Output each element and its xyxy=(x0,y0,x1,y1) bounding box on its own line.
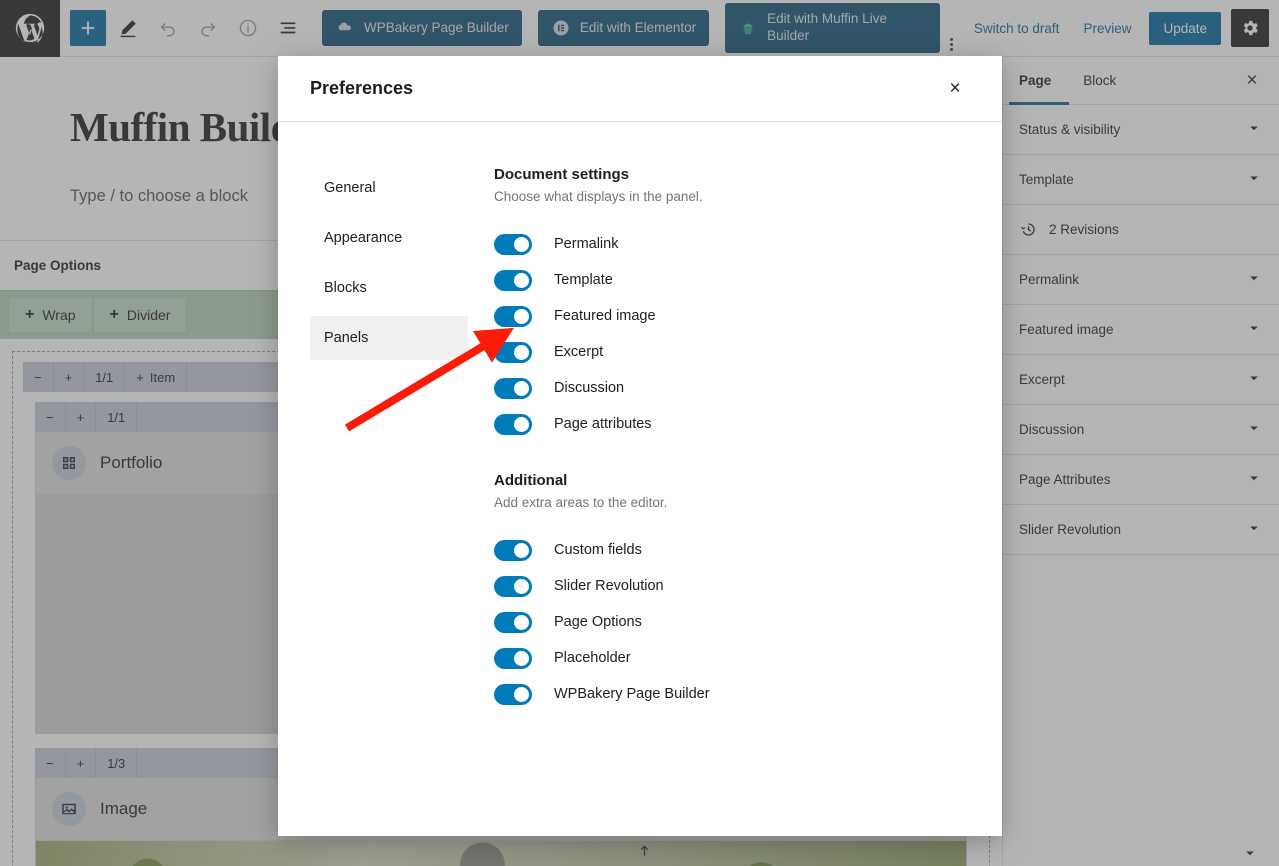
toggle-template[interactable] xyxy=(494,269,532,291)
pref-row-custom-fields: Custom fields xyxy=(494,532,962,568)
toggle-slider-revolution[interactable] xyxy=(494,575,532,597)
pref-nav-blocks[interactable]: Blocks xyxy=(310,266,468,310)
preferences-title: Preferences xyxy=(310,78,414,98)
toggle-label: Permalink xyxy=(554,236,619,252)
toggle-label: Featured image xyxy=(554,308,656,324)
toggle-placeholder[interactable] xyxy=(494,647,532,669)
additional-title: Additional xyxy=(494,472,568,489)
pref-row-page-options: Page Options xyxy=(494,604,962,640)
preferences-nav: General Appearance Blocks Panels xyxy=(278,166,468,836)
pref-row-slider-revolution: Slider Revolution xyxy=(494,568,962,604)
toggle-label: Discussion xyxy=(554,380,625,396)
pref-row-permalink: Permalink xyxy=(494,226,962,262)
pref-row-placeholder: Placeholder xyxy=(494,640,962,676)
toggle-knob xyxy=(514,416,529,432)
toggle-knob xyxy=(514,380,529,396)
toggle-knob xyxy=(514,650,529,666)
preferences-panel: Document settings Choose what displays i… xyxy=(460,166,1002,836)
preferences-modal-body: General Appearance Blocks Panels Documen… xyxy=(278,122,1002,836)
pref-nav-panels[interactable]: Panels xyxy=(310,316,468,360)
document-settings-description: Choose what displays in the panel. xyxy=(494,189,703,204)
additional-list: Custom fields Slider Revolution Page Opt… xyxy=(494,532,962,712)
toggle-knob xyxy=(514,578,529,594)
toggle-knob xyxy=(514,344,529,360)
pref-row-discussion: Discussion xyxy=(494,370,962,406)
pref-nav-appearance[interactable]: Appearance xyxy=(310,216,468,260)
toggle-knob xyxy=(514,686,529,702)
toggle-label: Excerpt xyxy=(554,344,604,360)
toggle-label: Page attributes xyxy=(554,416,652,432)
pref-row-featured-image: Featured image xyxy=(494,298,962,334)
toggle-custom-fields[interactable] xyxy=(494,539,532,561)
toggle-excerpt[interactable] xyxy=(494,341,532,363)
preferences-modal: Preferences × General Appearance Blocks … xyxy=(278,56,1002,836)
toggle-label: WPBakery Page Builder xyxy=(554,686,710,702)
toggle-label: Page Options xyxy=(554,614,642,630)
pref-row-wpbakery: WPBakery Page Builder xyxy=(494,676,962,712)
toggle-knob xyxy=(514,614,529,630)
toggle-wpbakery-page-builder[interactable] xyxy=(494,683,532,705)
toggle-page-attributes[interactable] xyxy=(494,413,532,435)
additional-description: Add extra areas to the editor. xyxy=(494,495,668,510)
pref-nav-general[interactable]: General xyxy=(310,166,468,210)
close-preferences-button[interactable]: × xyxy=(938,72,972,106)
toggle-label: Slider Revolution xyxy=(554,578,664,594)
toggle-knob xyxy=(514,308,529,324)
toggle-permalink[interactable] xyxy=(494,233,532,255)
pref-row-excerpt: Excerpt xyxy=(494,334,962,370)
toggle-label: Template xyxy=(554,272,613,288)
document-settings-list: Permalink Template Featured image Excerp… xyxy=(494,226,962,442)
toggle-label: Custom fields xyxy=(554,542,642,558)
toggle-label: Placeholder xyxy=(554,650,631,666)
toggle-page-options[interactable] xyxy=(494,611,532,633)
pref-row-page-attributes: Page attributes xyxy=(494,406,962,442)
toggle-knob xyxy=(514,272,529,288)
toggle-knob xyxy=(514,542,529,558)
document-settings-title: Document settings xyxy=(494,166,630,183)
toggle-discussion[interactable] xyxy=(494,377,532,399)
preferences-modal-header: Preferences × xyxy=(278,56,1002,122)
toggle-knob xyxy=(514,236,529,252)
toggle-featured-image[interactable] xyxy=(494,305,532,327)
pref-row-template: Template xyxy=(494,262,962,298)
